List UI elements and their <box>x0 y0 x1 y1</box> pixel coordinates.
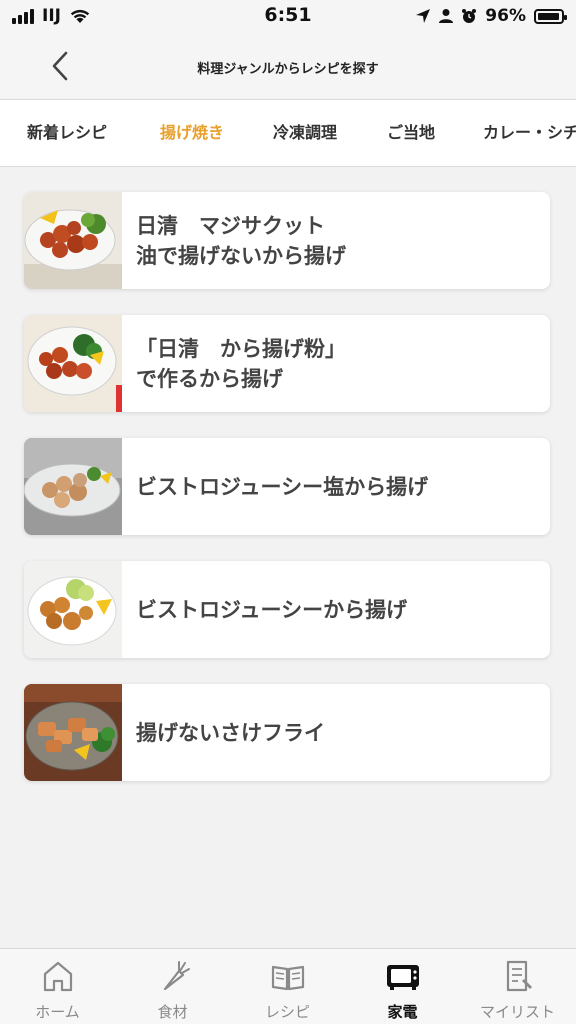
recipe-card[interactable]: ビストロジューシー塩から揚げ <box>24 438 550 535</box>
tab-frozen-cooking[interactable]: 冷凍調理 <box>273 100 337 166</box>
page-title: 料理ジャンルからレシピを探す <box>197 62 379 77</box>
bottom-tab-appliances[interactable]: 家電 <box>345 949 460 1024</box>
home-icon <box>43 961 73 992</box>
battery-percent: 96% <box>485 6 526 26</box>
recipe-thumbnail <box>24 315 122 412</box>
recipe-title: 「日清 から揚げ粉」 で作るから揚げ <box>136 336 346 391</box>
recipe-card[interactable]: ビストロジューシーから揚げ <box>24 561 550 658</box>
recipe-thumbnail <box>24 438 122 535</box>
bottom-tab-mylist[interactable]: マイリスト <box>460 949 575 1024</box>
recipe-thumbnail <box>24 561 122 658</box>
recipe-title: ビストロジューシーから揚げ <box>136 597 408 622</box>
book-icon <box>271 965 305 991</box>
bottom-tab-label: 家電 <box>387 1003 418 1021</box>
microwave-icon <box>387 965 419 990</box>
recipe-thumbnail <box>24 192 122 289</box>
mylist-icon <box>506 960 532 992</box>
bottom-tab-label: ホーム <box>35 1003 80 1021</box>
bottom-tab-label: マイリスト <box>479 1003 555 1021</box>
bottom-tab-label: レシピ <box>264 1003 310 1021</box>
bottom-tab-recipes[interactable]: レシピ <box>230 949 345 1024</box>
recipe-title: 日清 マジサクット 油で揚げないから揚げ <box>136 213 346 268</box>
battery-icon <box>534 8 567 24</box>
recipe-title: 揚げないさけフライ <box>136 720 325 745</box>
bottom-tab-bar: ホーム 食材 レシピ 家電 マイリスト <box>0 948 576 1024</box>
carrot-icon <box>163 961 190 991</box>
recipe-card[interactable]: 日清 マジサクット 油で揚げないから揚げ <box>24 192 550 289</box>
alarm-icon <box>462 9 477 23</box>
tab-curry-stew[interactable]: カレー・シチ <box>483 100 576 166</box>
recipe-list: 日清 マジサクット 油で揚げないから揚げ 「日清 から揚げ粉」 で作るから揚げ <box>24 192 552 807</box>
genre-tabs: 新着レシピ 揚げ焼き 冷凍調理 ご当地 カレー・シチ <box>0 99 576 167</box>
bottom-tab-label: 食材 <box>157 1003 188 1021</box>
recipe-card[interactable]: 揚げないさけフライ <box>24 684 550 781</box>
tab-deep-fry-bake[interactable]: 揚げ焼き <box>160 100 224 166</box>
person-icon <box>439 9 454 23</box>
recipe-thumbnail <box>24 684 122 781</box>
tab-local-specialty[interactable]: ご当地 <box>387 100 435 166</box>
nav-header: 料理ジャンルからレシピを探す <box>0 34 576 98</box>
recipe-card[interactable]: 「日清 から揚げ粉」 で作るから揚げ <box>24 315 550 412</box>
location-arrow-icon <box>416 9 431 23</box>
screen: IIJ 6:51 96% 料理ジャンルからレシピを探す 新着レシピ 揚げ焼き 冷… <box>0 0 576 1024</box>
bottom-tab-home[interactable]: ホーム <box>0 949 115 1024</box>
bottom-tab-ingredients[interactable]: 食材 <box>115 949 230 1024</box>
tab-new-recipes[interactable]: 新着レシピ <box>27 100 107 166</box>
status-bar: IIJ 6:51 96% <box>0 0 576 34</box>
recipe-title: ビストロジューシー塩から揚げ <box>136 474 429 499</box>
